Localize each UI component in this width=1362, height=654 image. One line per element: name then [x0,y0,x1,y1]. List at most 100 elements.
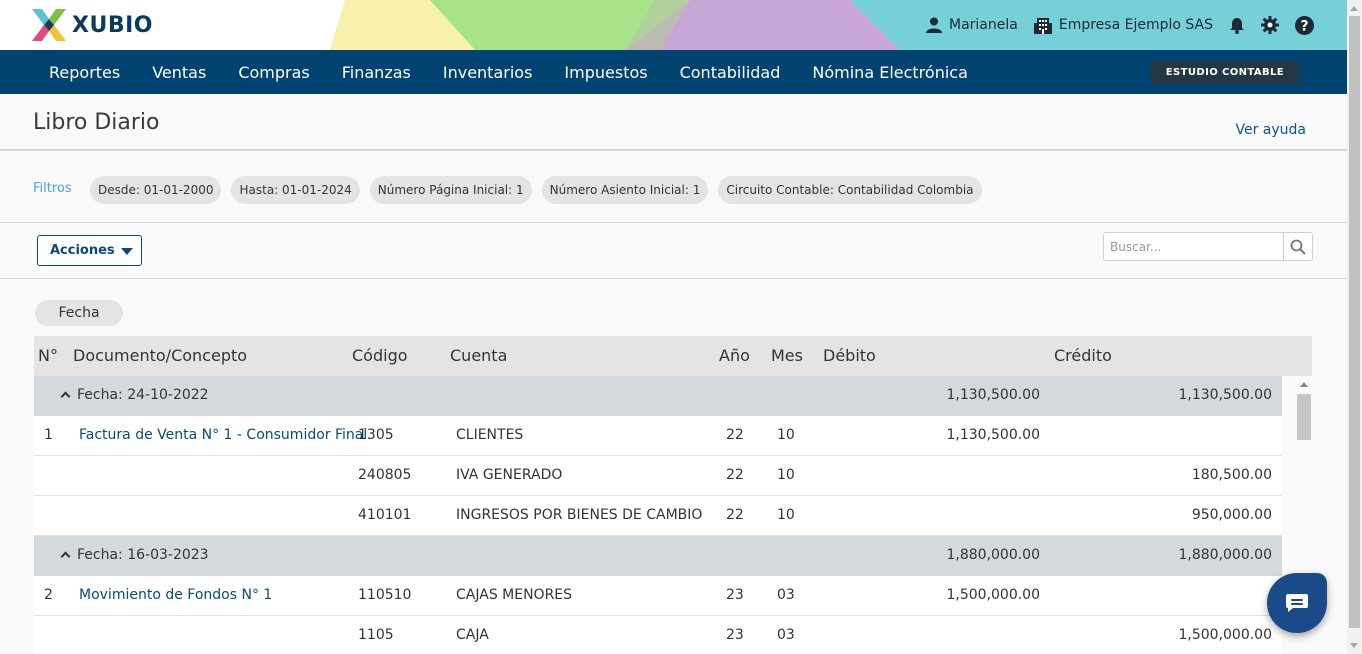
cell-account: CLIENTES [456,427,524,443]
nav-item-nomina[interactable]: Nómina Electrónica [796,63,984,82]
page-scroll-thumb[interactable] [1349,16,1360,628]
xubio-logo[interactable]: XUBIO [32,7,153,43]
user-area: Marianela Empresa Ejemplo SAS ? [926,0,1314,50]
sort-chip-fecha[interactable]: Fecha [35,300,123,326]
group-credit: 1,880,000.00 [1178,547,1272,563]
cell-credit: 1,500,000.00 [1178,627,1272,643]
cell-credit: 180,500.00 [1191,467,1272,483]
actions-label: Acciones [50,243,115,258]
table-row[interactable]: 2 Movimiento de Fondos N° 1 110510 CAJAS… [34,576,1282,616]
cell-year: 23 [726,627,744,643]
search-icon [1290,239,1306,255]
col-header-debit[interactable]: Débito [823,346,876,365]
cell-code: 1105 [358,627,394,643]
table-body: Fecha: 24-10-2022 1,130,500.00 1,130,500… [34,376,1282,654]
cell-debit: 1,130,500.00 [946,427,1040,443]
col-header-doc[interactable]: Documento/Concepto [73,346,247,365]
filter-chip-circuito-contable[interactable]: Circuito Contable: Contabilidad Colombia [718,176,982,204]
table-scroll-thumb[interactable] [1297,394,1311,440]
scroll-up-icon[interactable] [1300,382,1308,387]
col-header-code[interactable]: Código [352,346,408,365]
xubio-logo-mark [32,9,66,41]
table-row[interactable]: 1105 CAJA 23 03 1,500,000.00 [34,616,1282,654]
page-scrollbar[interactable] [1347,0,1362,654]
cell-year: 22 [726,467,744,483]
cell-code: 410101 [358,507,412,523]
cell-doc-link[interactable]: Movimiento de Fondos N° 1 [79,587,272,603]
studio-contable-button[interactable]: ESTUDIO CONTABLE [1150,61,1299,84]
search-button[interactable] [1283,233,1312,260]
cell-credit: 950,000.00 [1191,507,1272,523]
group-label: Fecha: 24-10-2022 [60,387,209,403]
cell-month: 10 [777,507,795,523]
search-box [1103,232,1313,261]
help-link[interactable]: Ver ayuda [1235,122,1306,138]
table-group-row[interactable]: Fecha: 16-03-2023 1,880,000.00 1,880,000… [34,536,1282,576]
cell-doc-link[interactable]: Factura de Venta N° 1 - Consumidor Final [79,427,367,443]
chat-icon [1286,594,1308,612]
actions-dropdown[interactable]: Acciones [37,235,142,266]
table-header: N° Documento/Concepto Código Cuenta Año … [34,336,1312,376]
cell-year: 22 [726,507,744,523]
svg-text:?: ? [1300,18,1308,34]
filters-bar: Filtros Desde: 01-01-2000 Hasta: 01-01-2… [0,152,1347,223]
filter-chip-hasta[interactable]: Hasta: 01-01-2024 [231,176,360,204]
user-menu[interactable]: Marianela [926,17,1018,33]
col-header-num[interactable]: N° [38,346,58,365]
filters-label[interactable]: Filtros [33,181,72,196]
nav-item-finanzas[interactable]: Finanzas [326,63,427,82]
group-label-text: Fecha: 24-10-2022 [77,387,209,403]
cell-year: 23 [726,587,744,603]
group-debit: 1,130,500.00 [946,387,1040,403]
filter-chip-desde[interactable]: Desde: 01-01-2000 [90,176,222,204]
user-name: Marianela [949,17,1018,33]
toolbar: Acciones [0,223,1347,279]
chat-button[interactable] [1267,573,1327,633]
page-scroll-down-icon[interactable] [1350,643,1358,648]
group-credit: 1,130,500.00 [1178,387,1272,403]
nav-item-impuestos[interactable]: Impuestos [548,63,663,82]
table-group-row[interactable]: Fecha: 24-10-2022 1,130,500.00 1,130,500… [34,376,1282,416]
cell-month: 03 [777,587,795,603]
group-label: Fecha: 16-03-2023 [60,547,209,563]
cell-month: 03 [777,627,795,643]
nav-item-ventas[interactable]: Ventas [136,63,222,82]
search-input[interactable] [1104,233,1284,260]
filter-chips: Desde: 01-01-2000 Hasta: 01-01-2024 Núme… [90,176,982,204]
filter-chip-pagina-inicial[interactable]: Número Página Inicial: 1 [369,176,532,204]
cell-year: 22 [726,427,744,443]
table-row[interactable]: 1 Factura de Venta N° 1 - Consumidor Fin… [34,416,1282,456]
cell-num: 1 [44,427,53,443]
col-header-credit[interactable]: Crédito [1054,346,1112,365]
bell-icon[interactable] [1229,17,1245,34]
gear-icon[interactable] [1261,16,1279,34]
cell-code: 240805 [358,467,412,483]
page-header: Libro Diario Ver ayuda [0,94,1347,151]
group-label-text: Fecha: 16-03-2023 [77,547,209,563]
chevron-up-icon[interactable] [60,551,71,562]
nav-item-compras[interactable]: Compras [222,63,325,82]
building-icon [1033,17,1052,34]
chevron-up-icon[interactable] [60,391,71,402]
col-header-year[interactable]: Año [719,346,750,365]
cell-num: 2 [44,587,53,603]
filter-chip-asiento-inicial[interactable]: Número Asiento Inicial: 1 [541,176,709,204]
top-header: XUBIO Marianela Empresa Ejemplo SAS ? [0,0,1362,50]
nav-item-reportes[interactable]: Reportes [33,63,136,82]
nav-menu: Reportes Ventas Compras Finanzas Inventa… [33,50,984,94]
table-row[interactable]: 410101 INGRESOS POR BIENES DE CAMBIO 22 … [34,496,1282,536]
cell-account: IVA GENERADO [456,467,563,483]
cell-month: 10 [777,467,795,483]
company-menu[interactable]: Empresa Ejemplo SAS [1033,17,1213,34]
col-header-account[interactable]: Cuenta [450,346,507,365]
page-scroll-up-icon[interactable] [1350,6,1358,11]
help-icon[interactable]: ? [1295,15,1314,35]
nav-item-inventarios[interactable]: Inventarios [427,63,549,82]
col-header-month[interactable]: Mes [771,346,803,365]
cell-debit: 1,500,000.00 [946,587,1040,603]
cell-month: 10 [777,427,795,443]
main-nav: Reportes Ventas Compras Finanzas Inventa… [0,50,1347,94]
table-row[interactable]: 240805 IVA GENERADO 22 10 180,500.00 [34,456,1282,496]
cell-code: 110510 [358,587,412,603]
nav-item-contabilidad[interactable]: Contabilidad [664,63,797,82]
